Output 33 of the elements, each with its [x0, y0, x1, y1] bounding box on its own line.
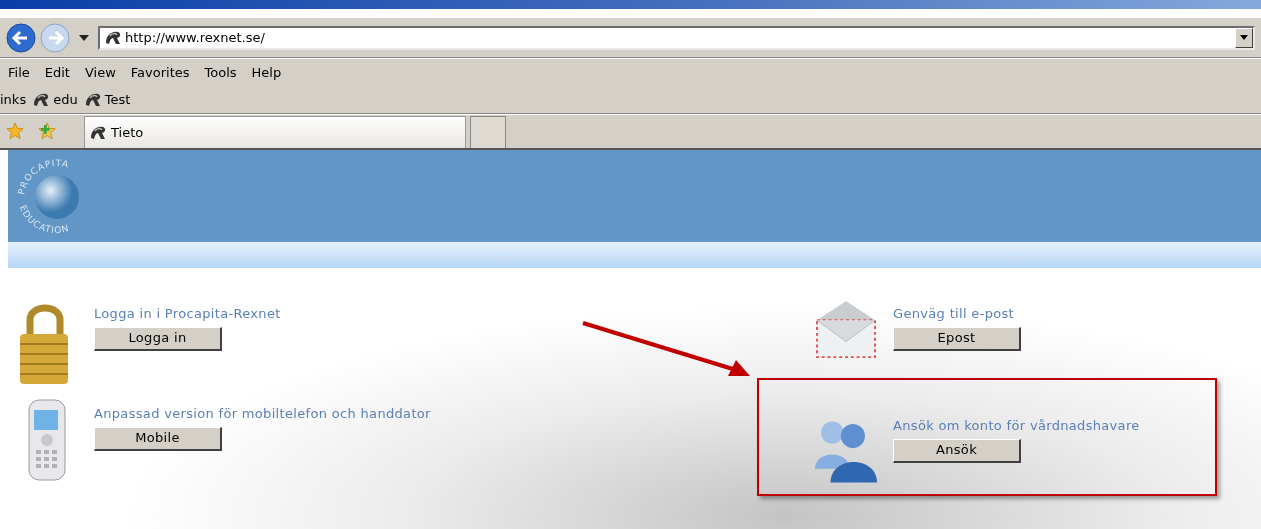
- site-icon: [104, 29, 122, 46]
- caret-icon: [1240, 35, 1248, 40]
- browser-tab[interactable]: Tieto: [84, 116, 466, 148]
- tile-caption: Genväg till e-post: [893, 305, 1016, 323]
- tile-button[interactable]: Epost: [893, 326, 1021, 351]
- menu-item[interactable]: Tools: [204, 62, 237, 83]
- new-tab-button[interactable]: [470, 116, 506, 148]
- site-icon: [83, 91, 102, 108]
- dropdown-button[interactable]: [1235, 27, 1253, 48]
- site-icon: [89, 124, 107, 141]
- link-item[interactable]: edu: [32, 89, 78, 110]
- tile-button[interactable]: Ansök: [893, 438, 1021, 463]
- links-label: inks: [0, 90, 27, 109]
- menu-item[interactable]: File: [8, 62, 30, 83]
- link-item[interactable]: Test: [83, 89, 131, 110]
- star-icon[interactable]: [6, 122, 24, 140]
- menu-item[interactable]: Favorites: [130, 62, 190, 83]
- site-icon: [32, 91, 51, 108]
- menu-item[interactable]: Edit: [44, 62, 70, 83]
- tile-button[interactable]: Mobile: [94, 426, 222, 451]
- tile-button[interactable]: Logga in: [94, 326, 222, 351]
- tile-caption: Anpassad version för mobiltelefon och handdator: [94, 405, 431, 423]
- mobile-phone-icon: [27, 398, 67, 482]
- add-favorite-icon[interactable]: [38, 122, 56, 140]
- menu-item[interactable]: View: [84, 62, 116, 83]
- address-field[interactable]: http://www.rexnet.se/: [98, 25, 1255, 50]
- tile-caption: Logga in i Procapita-Rexnet: [94, 305, 281, 323]
- back-button-icon[interactable]: [6, 22, 36, 53]
- envelope-icon: [815, 298, 877, 360]
- dropdown-caret-icon[interactable]: [79, 34, 89, 41]
- tile-caption: Ansök om konto för vårdnadshavare: [893, 417, 1140, 435]
- menu-item[interactable]: Help: [251, 62, 282, 83]
- url-text: http://www.rexnet.se/: [125, 28, 266, 47]
